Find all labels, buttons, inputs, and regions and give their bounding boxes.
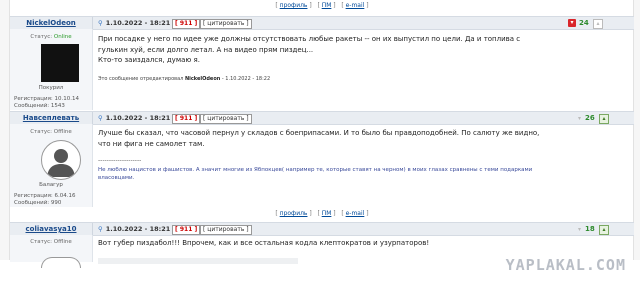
post: Навсеплевать ⚲ 1.10.2022 - 18:21 [ 911 ] … (10, 111, 634, 207)
post-number[interactable]: [ 911 ] (172, 19, 201, 29)
profile-link[interactable]: профиль (280, 210, 308, 217)
link-icon: ⚲ (98, 225, 103, 233)
post-datetime: ⚲ 1.10.2022 - 18:21 (98, 19, 171, 27)
author-sidebar: Статус: Online Покурил Регистрация: 10.1… (10, 29, 93, 110)
avatar[interactable] (41, 44, 79, 82)
signature: Не люблю нацистов и фашистов. А значит м… (98, 167, 533, 181)
vote-up-icon[interactable]: ▴ (599, 225, 609, 235)
cite-button[interactable]: [ цитировать ] (200, 225, 252, 235)
email-link[interactable]: e-mail (346, 210, 365, 217)
post-header: coliavasya10 ⚲ 1.10.2022 - 18:21 [ 911 ] … (10, 222, 634, 236)
post-number[interactable]: [ 911 ] (172, 225, 201, 235)
left-margin (0, 0, 10, 260)
vote-down-icon[interactable]: ▾ (575, 114, 584, 123)
author-sidebar: Статус: Offline Балагур Регистрация: 6.0… (10, 124, 93, 207)
post-header: Навсеплевать ⚲ 1.10.2022 - 18:21 [ 911 ] … (10, 111, 634, 125)
post-body: При посадке у него по идее уже должны от… (98, 35, 521, 64)
link-icon: ⚲ (98, 114, 103, 122)
author-status: Статус: Offline (30, 239, 72, 245)
author-name[interactable]: Навсеплевать (10, 112, 92, 124)
post-actions-top: [ профиль ] [ ПМ ] [ e-mail ] (275, 2, 369, 9)
author-name[interactable]: coliavasya10 (10, 223, 92, 235)
author-name[interactable]: NickelOdeon (10, 17, 92, 29)
pm-link[interactable]: ПМ (322, 2, 332, 9)
author-status: Статус: Online (30, 34, 72, 40)
avatar[interactable] (41, 257, 81, 268)
scroll-track[interactable] (633, 0, 640, 260)
post-body: Вот губер пиздабол!!! Впрочем, как и все… (98, 239, 430, 247)
user-silhouette-icon (47, 149, 75, 177)
post-rating: 18 (585, 225, 595, 233)
pm-link[interactable]: ПМ (322, 210, 332, 217)
post-actions-bottom: [ профиль ] [ ПМ ] [ e-mail ] (275, 210, 369, 217)
author-rank: Балагур (39, 182, 63, 188)
cut-off-content (98, 258, 298, 264)
author-status: Статус: Offline (30, 129, 72, 135)
post-rating: 24 (579, 19, 589, 27)
vote-up-icon[interactable]: ▴ (599, 114, 609, 124)
post-body: Лучше бы сказал, что часовой пернул у ск… (98, 129, 540, 148)
forum-page: [ профиль ] [ ПМ ] [ e-mail ] NickelOdeo… (0, 0, 640, 294)
post-rating: 26 (585, 114, 595, 122)
vote-up-icon[interactable]: ▴ (593, 19, 603, 29)
edited-note: Это сообщение отредактировал NickelOdeon… (98, 76, 271, 82)
signature-divider: -------------------- (98, 157, 142, 164)
vote-down-icon[interactable]: ▾ (568, 19, 576, 27)
cite-button[interactable]: [ цитировать ] (200, 19, 252, 29)
cite-button[interactable]: [ цитировать ] (200, 114, 252, 124)
link-icon: ⚲ (98, 19, 103, 27)
site-watermark: YAPLAKAL.COM (505, 256, 626, 274)
post-number[interactable]: [ 911 ] (172, 114, 201, 124)
author-rank: Покурил (38, 85, 64, 91)
vote-down-icon[interactable]: ▾ (575, 225, 584, 234)
author-registration: Регистрация: 6.04.16 Сообщений: 990 (14, 193, 76, 206)
profile-link[interactable]: профиль (280, 2, 308, 9)
author-sidebar: Статус: Offline (10, 235, 93, 268)
email-link[interactable]: e-mail (346, 2, 365, 9)
post-header: NickelOdeon ⚲ 1.10.2022 - 18:21 [ 911 ] [… (10, 16, 634, 30)
avatar[interactable] (41, 140, 81, 180)
post-datetime: ⚲ 1.10.2022 - 18:21 (98, 225, 171, 233)
post: NickelOdeon ⚲ 1.10.2022 - 18:21 [ 911 ] [… (10, 16, 634, 110)
post-datetime: ⚲ 1.10.2022 - 18:21 (98, 114, 171, 122)
author-registration: Регистрация: 10.10.14 Сообщений: 1543 (14, 96, 79, 109)
